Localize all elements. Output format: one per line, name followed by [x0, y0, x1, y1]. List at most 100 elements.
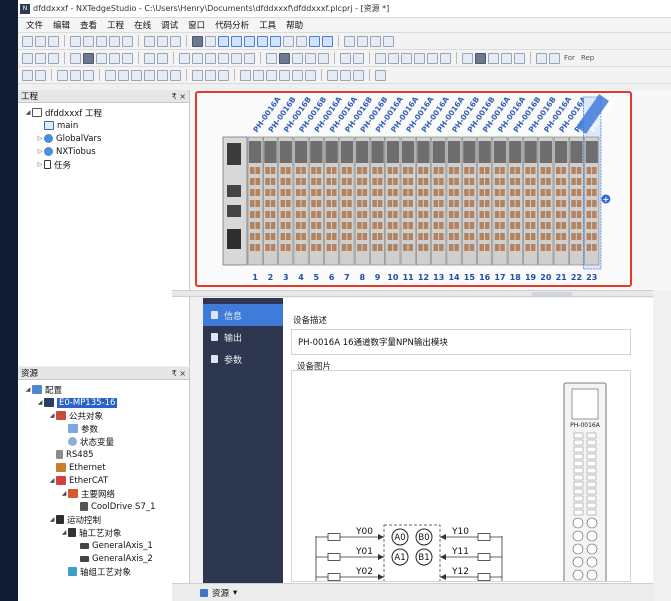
expand-arrow-icon[interactable]: ◢	[24, 386, 32, 393]
toolbar-button[interactable]	[266, 69, 277, 81]
io-module[interactable]	[263, 136, 278, 266]
menu-item-9[interactable]: 帮助	[281, 19, 308, 31]
toolbar-button[interactable]	[144, 52, 155, 64]
toolbar-button[interactable]	[48, 52, 59, 64]
toolbar-button[interactable]	[414, 52, 425, 64]
toolbar-button[interactable]	[353, 52, 364, 64]
menu-item-6[interactable]: 窗口	[183, 19, 210, 31]
toolbar-button[interactable]	[157, 35, 168, 47]
toolbar-button[interactable]	[292, 52, 303, 64]
panel-pin-close-buttons[interactable]: ₹ ×	[172, 369, 189, 378]
toolbar-button[interactable]	[427, 52, 438, 64]
toolbar-button[interactable]	[35, 35, 46, 47]
tree-item[interactable]: RS485	[18, 448, 189, 461]
io-module[interactable]	[477, 136, 493, 266]
io-module[interactable]	[461, 136, 477, 266]
tree-item[interactable]: 轴组工艺对象	[18, 565, 189, 578]
toolbar-button[interactable]	[218, 35, 229, 47]
toolbar-button[interactable]	[157, 69, 168, 81]
toolbar-button[interactable]	[296, 35, 307, 47]
tab-dropdown-icon[interactable]: ▾	[233, 588, 237, 598]
tree-item[interactable]: ◢ dfddxxxf 工程	[18, 106, 189, 119]
toolbar-button[interactable]	[322, 35, 333, 47]
toolbar-button[interactable]	[440, 52, 451, 64]
toolbar-button[interactable]	[22, 35, 33, 47]
io-module[interactable]	[278, 136, 294, 266]
io-module[interactable]	[339, 136, 355, 266]
toolbar-button[interactable]	[170, 35, 181, 47]
tree-item[interactable]: ◢ E0-MP135-16	[18, 396, 189, 409]
toolbar-button[interactable]	[131, 69, 142, 81]
toolbar-button[interactable]	[35, 52, 46, 64]
tree-item[interactable]: ◢ 配置	[18, 383, 189, 396]
toolbar-button[interactable]	[83, 52, 94, 64]
add-module-icon[interactable]: +	[601, 194, 611, 204]
io-module[interactable]	[523, 136, 538, 266]
toolbar-button[interactable]	[462, 52, 473, 64]
toolbar-button[interactable]	[501, 52, 512, 64]
tree-item[interactable]: 状态变量	[18, 435, 189, 448]
toolbar-button[interactable]	[279, 69, 290, 81]
toolbar-button[interactable]	[144, 69, 155, 81]
expand-arrow-icon[interactable]: ◢	[48, 516, 56, 523]
toolbar-button[interactable]	[266, 52, 277, 64]
tree-item[interactable]: GeneralAxis_2	[18, 552, 189, 565]
expand-arrow-icon[interactable]: ▷	[36, 148, 44, 155]
io-module[interactable]	[446, 136, 462, 266]
tree-item[interactable]: ◢ 公共对象	[18, 409, 189, 422]
toolbar-button[interactable]	[370, 35, 381, 47]
expand-arrow-icon[interactable]: ◢	[48, 412, 56, 419]
toolbar-button[interactable]	[218, 52, 229, 64]
toolbar-button[interactable]	[292, 69, 303, 81]
toolbar-button[interactable]	[488, 52, 499, 64]
io-module[interactable]	[308, 136, 324, 266]
io-module[interactable]	[324, 136, 340, 266]
expand-arrow-icon[interactable]: ◢	[24, 109, 32, 116]
toolbar-button[interactable]	[475, 52, 486, 64]
menu-item-4[interactable]: 在线	[129, 19, 156, 31]
toolbar-button[interactable]	[205, 35, 216, 47]
toolbar-button[interactable]	[157, 52, 168, 64]
toolbar-button[interactable]	[283, 35, 294, 47]
expand-arrow-icon[interactable]: ◢	[60, 529, 68, 536]
io-module[interactable]	[247, 136, 263, 266]
toolbar-button[interactable]	[514, 52, 525, 64]
toolbar-button[interactable]	[327, 69, 338, 81]
menu-item-7[interactable]: 代码分析	[210, 19, 254, 31]
io-module[interactable]	[431, 136, 447, 266]
toolbar-button[interactable]	[357, 35, 368, 47]
toolbar-button[interactable]	[96, 35, 107, 47]
toolbar-button[interactable]	[144, 35, 155, 47]
toolbar-button[interactable]	[122, 35, 133, 47]
tree-item[interactable]: main	[18, 119, 189, 132]
toolbar-button[interactable]	[375, 52, 386, 64]
toolbar-button[interactable]	[70, 69, 81, 81]
menu-item-0[interactable]: 文件	[21, 19, 48, 31]
toolbar-button[interactable]	[344, 35, 355, 47]
toolbar-button[interactable]	[96, 52, 107, 64]
tree-item[interactable]: ◢ 主要网络	[18, 487, 189, 500]
menu-item-3[interactable]: 工程	[102, 19, 129, 31]
io-module[interactable]	[293, 136, 309, 266]
toolbar-button[interactable]	[340, 69, 351, 81]
toolbar-button[interactable]	[83, 69, 94, 81]
toolbar-button[interactable]	[305, 52, 316, 64]
expand-arrow-icon[interactable]: ◢	[48, 477, 56, 484]
toolbar-button[interactable]	[118, 69, 129, 81]
toolbar-button[interactable]	[240, 69, 251, 81]
io-module[interactable]	[507, 136, 523, 266]
toolbar-button[interactable]	[388, 52, 399, 64]
expand-arrow-icon[interactable]: ◢	[36, 399, 44, 406]
expand-arrow-icon[interactable]: ◢	[60, 490, 68, 497]
expand-arrow-icon[interactable]: ▷	[36, 161, 44, 168]
toolbar-button[interactable]	[257, 35, 268, 47]
menu-item-8[interactable]: 工具	[254, 19, 281, 31]
toolbar-button[interactable]	[270, 35, 281, 47]
toolbar-button[interactable]	[179, 52, 190, 64]
menu-item-1[interactable]: 编辑	[48, 19, 75, 31]
toolbar-button[interactable]	[22, 69, 33, 81]
toolbar-button[interactable]	[109, 35, 120, 47]
tree-item[interactable]: ▷ 任务	[18, 158, 189, 171]
toolbar-button[interactable]	[244, 52, 255, 64]
toolbar-button[interactable]	[70, 35, 81, 47]
